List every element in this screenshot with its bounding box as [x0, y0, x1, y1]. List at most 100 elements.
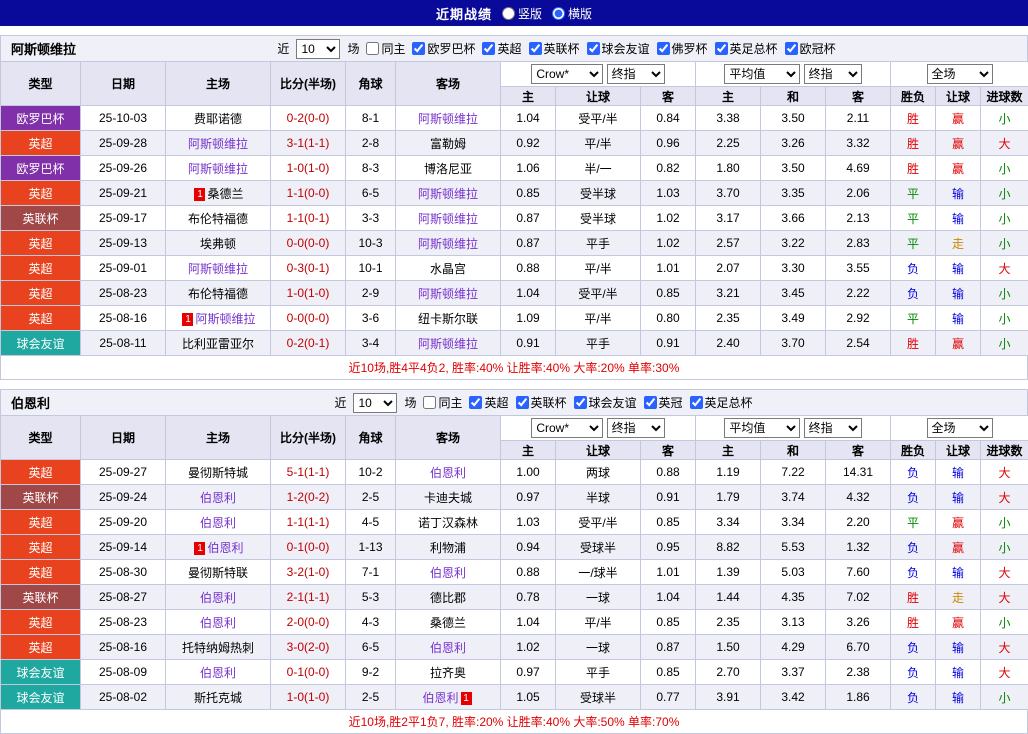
away-team-cell[interactable]: 博洛尼亚 [396, 156, 501, 181]
home-team-cell[interactable]: 伯恩利 [166, 610, 271, 635]
home-team-cell[interactable]: 伯恩利 [166, 660, 271, 685]
same-home-filter[interactable]: 同主 [366, 40, 405, 57]
away-team-cell[interactable]: 水晶宫 [396, 256, 501, 281]
bookmaker-select[interactable]: Crow* [531, 418, 603, 438]
league-checkbox[interactable] [785, 42, 798, 55]
home-team-cell[interactable]: 费耶诺德 [166, 106, 271, 131]
league-filter[interactable]: 英足总杯 [690, 394, 753, 411]
league-filter[interactable]: 欧冠杯 [785, 40, 836, 57]
avg-odds-select[interactable]: 平均值 [724, 64, 800, 84]
home-team-cell[interactable]: 斯托克城 [166, 685, 271, 710]
home-team-cell[interactable]: 阿斯顿维拉 [166, 156, 271, 181]
home-team-cell[interactable]: 阿斯顿维拉 [166, 131, 271, 156]
away-team-cell[interactable]: 拉齐奥 [396, 660, 501, 685]
away-team-cell[interactable]: 伯恩利 [396, 560, 501, 585]
home-team-cell[interactable]: 1伯恩利 [166, 535, 271, 560]
league-filter[interactable]: 英足总杯 [715, 40, 778, 57]
league-checkbox[interactable] [516, 396, 529, 409]
league-filter[interactable]: 欧罗巴杯 [412, 40, 475, 57]
score-link[interactable]: 1-0(1-0) [271, 685, 346, 710]
home-team-cell[interactable]: 托特纳姆热刺 [166, 635, 271, 660]
score-link[interactable]: 1-0(1-0) [271, 156, 346, 181]
league-filter[interactable]: 英联杯 [529, 40, 580, 57]
away-team-cell[interactable]: 阿斯顿维拉 [396, 106, 501, 131]
home-team-cell[interactable]: 阿斯顿维拉 [166, 256, 271, 281]
score-link[interactable]: 2-1(1-1) [271, 585, 346, 610]
away-team-cell[interactable]: 伯恩利1 [396, 685, 501, 710]
match-count-select[interactable]: 10 [353, 393, 397, 413]
vertical-layout-radio[interactable] [502, 7, 515, 20]
avg-odds-select[interactable]: 平均值 [724, 418, 800, 438]
away-team-cell[interactable]: 富勒姆 [396, 131, 501, 156]
home-team-cell[interactable]: 曼彻斯特联 [166, 560, 271, 585]
layout-option-vertical[interactable]: 竖版 [502, 5, 542, 22]
score-link[interactable]: 2-0(0-0) [271, 610, 346, 635]
score-link[interactable]: 0-1(0-0) [271, 660, 346, 685]
home-team-cell[interactable]: 1桑德兰 [166, 181, 271, 206]
home-team-cell[interactable]: 1阿斯顿维拉 [166, 306, 271, 331]
away-team-cell[interactable]: 卡迪夫城 [396, 485, 501, 510]
odds-time-select[interactable]: 终指 [607, 418, 665, 438]
score-link[interactable]: 1-0(1-0) [271, 281, 346, 306]
home-team-cell[interactable]: 伯恩利 [166, 510, 271, 535]
same-home-checkbox[interactable] [366, 42, 379, 55]
away-team-cell[interactable]: 阿斯顿维拉 [396, 206, 501, 231]
score-link[interactable]: 1-2(0-2) [271, 485, 346, 510]
away-team-cell[interactable]: 桑德兰 [396, 610, 501, 635]
home-team-cell[interactable]: 伯恩利 [166, 485, 271, 510]
same-home-checkbox[interactable] [423, 396, 436, 409]
league-filter[interactable]: 英超 [469, 394, 508, 411]
league-filter[interactable]: 球会友谊 [587, 40, 650, 57]
away-team-cell[interactable]: 伯恩利 [396, 460, 501, 485]
score-link[interactable]: 3-2(1-0) [271, 560, 346, 585]
same-home-filter[interactable]: 同主 [423, 394, 462, 411]
league-filter[interactable]: 佛罗杯 [657, 40, 708, 57]
odds-time-select[interactable]: 终指 [607, 64, 665, 84]
score-link[interactable]: 3-0(2-0) [271, 635, 346, 660]
league-checkbox[interactable] [690, 396, 703, 409]
score-link[interactable]: 1-1(0-0) [271, 181, 346, 206]
away-team-cell[interactable]: 阿斯顿维拉 [396, 331, 501, 356]
scope-select[interactable]: 全场 [927, 418, 993, 438]
scope-select[interactable]: 全场 [927, 64, 993, 84]
league-checkbox[interactable] [657, 42, 670, 55]
score-link[interactable]: 0-0(0-0) [271, 231, 346, 256]
away-team-cell[interactable]: 诺丁汉森林 [396, 510, 501, 535]
match-count-select[interactable]: 10 [296, 39, 340, 59]
score-link[interactable]: 0-0(0-0) [271, 306, 346, 331]
home-team-cell[interactable]: 布伦特福德 [166, 206, 271, 231]
away-team-cell[interactable]: 伯恩利 [396, 635, 501, 660]
home-team-cell[interactable]: 布伦特福德 [166, 281, 271, 306]
league-checkbox[interactable] [482, 42, 495, 55]
score-link[interactable]: 3-1(1-1) [271, 131, 346, 156]
bookmaker-select[interactable]: Crow* [531, 64, 603, 84]
away-team-cell[interactable]: 利物浦 [396, 535, 501, 560]
league-checkbox[interactable] [412, 42, 425, 55]
away-team-cell[interactable]: 德比郡 [396, 585, 501, 610]
league-checkbox[interactable] [715, 42, 728, 55]
away-team-cell[interactable]: 阿斯顿维拉 [396, 181, 501, 206]
away-team-cell[interactable]: 纽卡斯尔联 [396, 306, 501, 331]
league-checkbox[interactable] [587, 42, 600, 55]
league-checkbox[interactable] [574, 396, 587, 409]
league-filter[interactable]: 英冠 [644, 394, 683, 411]
home-team-cell[interactable]: 曼彻斯特城 [166, 460, 271, 485]
league-filter[interactable]: 英超 [482, 40, 521, 57]
score-link[interactable]: 1-1(0-1) [271, 206, 346, 231]
score-link[interactable]: 0-1(0-0) [271, 535, 346, 560]
away-team-cell[interactable]: 阿斯顿维拉 [396, 281, 501, 306]
score-link[interactable]: 0-2(0-0) [271, 106, 346, 131]
away-team-cell[interactable]: 阿斯顿维拉 [396, 231, 501, 256]
league-checkbox[interactable] [529, 42, 542, 55]
league-filter[interactable]: 英联杯 [516, 394, 567, 411]
score-link[interactable]: 0-3(0-1) [271, 256, 346, 281]
league-checkbox[interactable] [644, 396, 657, 409]
home-team-cell[interactable]: 伯恩利 [166, 585, 271, 610]
score-link[interactable]: 0-2(0-1) [271, 331, 346, 356]
score-link[interactable]: 5-1(1-1) [271, 460, 346, 485]
score-link[interactable]: 1-1(1-1) [271, 510, 346, 535]
home-team-cell[interactable]: 比利亚雷亚尔 [166, 331, 271, 356]
league-filter[interactable]: 球会友谊 [574, 394, 637, 411]
avg-time-select[interactable]: 终指 [804, 64, 862, 84]
horizontal-layout-radio[interactable] [552, 7, 565, 20]
